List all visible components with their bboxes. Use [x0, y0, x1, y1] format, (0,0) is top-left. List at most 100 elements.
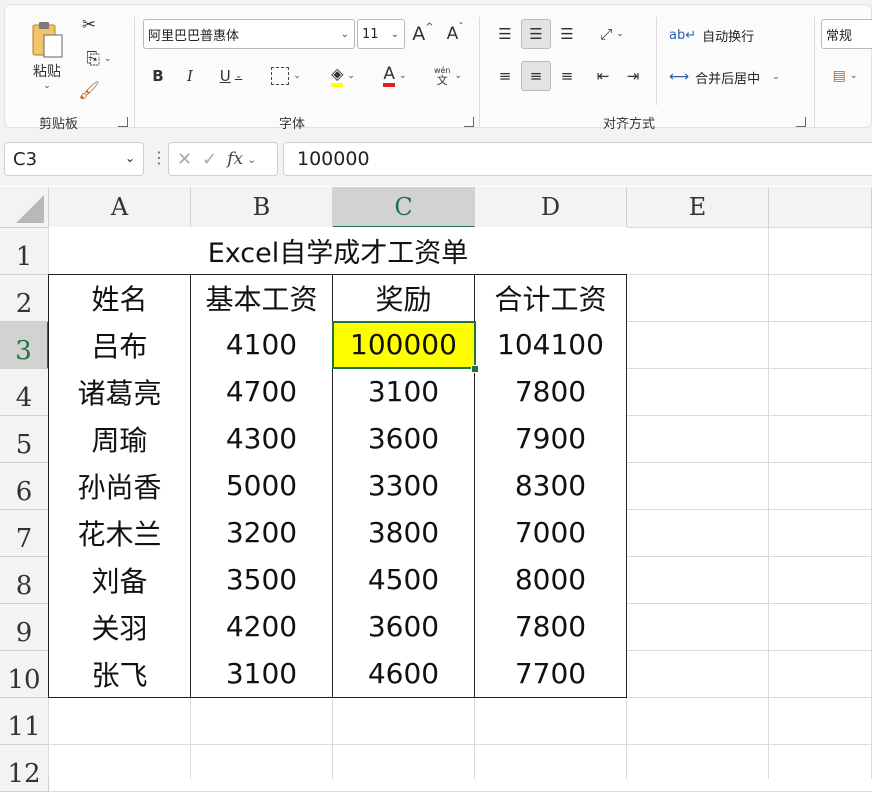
row-header-12[interactable]: 12 [0, 745, 49, 792]
cell-c10[interactable]: 4600 [333, 650, 475, 698]
cell-b3[interactable]: 4100 [191, 321, 333, 369]
row-header-5[interactable]: 5 [0, 416, 49, 463]
cell-b10[interactable]: 3100 [191, 650, 333, 698]
cell-d8[interactable]: 8000 [475, 556, 627, 604]
cell-c5[interactable]: 3600 [333, 415, 475, 463]
formula-input[interactable]: 100000 [283, 142, 872, 176]
cell-b9[interactable]: 4200 [191, 603, 333, 651]
enter-check-icon[interactable]: ✓ [202, 149, 217, 170]
cell-d4[interactable]: 7800 [475, 368, 627, 416]
cell-b8[interactable]: 3500 [191, 556, 333, 604]
copy-button[interactable]: ⎘ ⌄ [75, 45, 123, 73]
paste-label: 粘贴 [33, 64, 61, 80]
row-header-10[interactable]: 10 [0, 651, 49, 698]
row-header-8[interactable]: 8 [0, 557, 49, 604]
cell-d10[interactable]: 7700 [475, 650, 627, 698]
cell-c8[interactable]: 4500 [333, 556, 475, 604]
row-header-6[interactable]: 6 [0, 463, 49, 510]
column-header-c[interactable]: C [333, 187, 475, 228]
align-middle-button[interactable]: ☰ [521, 19, 551, 49]
cell-c4[interactable]: 3100 [333, 368, 475, 416]
align-left-button[interactable]: ≡ [491, 61, 519, 91]
phonetic-button[interactable]: wén 文 ⌄ [425, 61, 471, 91]
cut-button[interactable]: ✂ [75, 11, 103, 39]
column-header-d[interactable]: D [475, 187, 627, 228]
header-cell-c2[interactable]: 奖励 [333, 274, 475, 322]
cell-a7[interactable]: 花木兰 [48, 509, 191, 557]
currency-format-button[interactable]: ▤ ⌄ [821, 61, 869, 91]
cell-b4[interactable]: 4700 [191, 368, 333, 416]
cell-d7[interactable]: 7000 [475, 509, 627, 557]
cell-c9[interactable]: 3600 [333, 603, 475, 651]
cell-a6[interactable]: 孙尚香 [48, 462, 191, 510]
cell-a4[interactable]: 诸葛亮 [48, 368, 191, 416]
font-name-select[interactable]: 阿里巴巴普惠体 ⌄ [143, 19, 355, 49]
fill-handle[interactable] [471, 365, 479, 373]
cell-d6[interactable]: 8300 [475, 462, 627, 510]
font-color-button[interactable]: A ⌄ [371, 61, 419, 91]
fill-color-button[interactable]: ◈ ⌄ [319, 61, 367, 91]
cell-d5[interactable]: 7900 [475, 415, 627, 463]
header-cell-b2[interactable]: 基本工资 [191, 274, 333, 322]
font-launcher-icon[interactable] [464, 117, 474, 127]
number-format-select[interactable]: 常规 [821, 19, 872, 49]
title-cell-a1[interactable]: Excel自学成才工资单 [49, 227, 627, 275]
cell-a5[interactable]: 周瑜 [48, 415, 191, 463]
row-header-7[interactable]: 7 [0, 510, 49, 557]
insert-function-icon[interactable]: fx [227, 149, 243, 169]
column-header-e[interactable]: E [627, 187, 769, 228]
decrease-indent-button[interactable]: ⇤ [589, 61, 617, 91]
chevron-down-icon[interactable]: ⌄ [247, 153, 256, 166]
cell-d9[interactable]: 7800 [475, 603, 627, 651]
name-box[interactable]: C3 ⌄ [4, 142, 144, 176]
orientation-button[interactable]: ⤢ ⌄ [589, 19, 635, 49]
cell-c6[interactable]: 3300 [333, 462, 475, 510]
header-cell-a2[interactable]: 姓名 [48, 274, 191, 322]
cancel-icon[interactable]: ✕ [177, 149, 192, 170]
clipboard-launcher-icon[interactable] [118, 117, 128, 127]
formula-bar-grip-icon[interactable]: ⋮ [151, 148, 167, 167]
row-header-4[interactable]: 4 [0, 369, 49, 416]
column-header-f[interactable] [769, 187, 872, 228]
cell-a9[interactable]: 关羽 [48, 603, 191, 651]
header-cell-d2[interactable]: 合计工资 [475, 274, 627, 322]
increase-indent-button[interactable]: ⇥ [619, 61, 647, 91]
borders-button[interactable]: ⌄ [261, 61, 311, 91]
cell-b6[interactable]: 5000 [191, 462, 333, 510]
column-header-b[interactable]: B [191, 187, 333, 228]
grow-font-button[interactable]: A ^ [409, 19, 437, 49]
cell-b5[interactable]: 4300 [191, 415, 333, 463]
shrink-font-button[interactable]: Aˇ [441, 19, 469, 49]
cell-a8[interactable]: 刘备 [48, 556, 191, 604]
alignment-launcher-icon[interactable] [796, 117, 806, 127]
bold-button[interactable]: B [145, 61, 171, 91]
wrap-text-button[interactable]: ab↵ 自动换行 [669, 23, 754, 47]
align-center-button[interactable]: ≡ [521, 61, 551, 91]
column-header-a[interactable]: A [49, 187, 191, 228]
cell-c7[interactable]: 3800 [333, 509, 475, 557]
align-right-button[interactable]: ≡ [553, 61, 581, 91]
increase-indent-icon: ⇥ [626, 67, 640, 85]
row-header-9[interactable]: 9 [0, 604, 49, 651]
cell-c3[interactable]: 100000 [333, 321, 475, 369]
underline-button[interactable]: U ⌄ [209, 61, 253, 91]
gridline [49, 744, 872, 745]
row-header-11[interactable]: 11 [0, 698, 49, 745]
select-all-corner[interactable] [0, 187, 49, 228]
cell-b7[interactable]: 3200 [191, 509, 333, 557]
copy-icon: ⎘ [86, 49, 101, 69]
merge-center-button[interactable]: ⟷ 合并后居中 ⌄ [669, 65, 780, 89]
cell-a3[interactable]: 吕布 [48, 321, 191, 369]
row-header-1[interactable]: 1 [0, 228, 49, 275]
italic-button[interactable]: I [177, 61, 203, 91]
align-bottom-button[interactable]: ☰ [553, 19, 581, 49]
format-painter-button[interactable]: 🖌 [75, 77, 103, 105]
number-format-value: 常规 [826, 28, 853, 44]
paste-button[interactable]: 粘贴 ⌄ [25, 15, 69, 95]
cell-d3[interactable]: 104100 [475, 321, 627, 369]
align-top-button[interactable]: ☰ [491, 19, 519, 49]
row-header-2[interactable]: 2 [0, 275, 49, 322]
row-header-3[interactable]: 3 [0, 322, 49, 369]
font-size-select[interactable]: 11 ⌄ [357, 19, 405, 49]
cell-a10[interactable]: 张飞 [48, 650, 191, 698]
